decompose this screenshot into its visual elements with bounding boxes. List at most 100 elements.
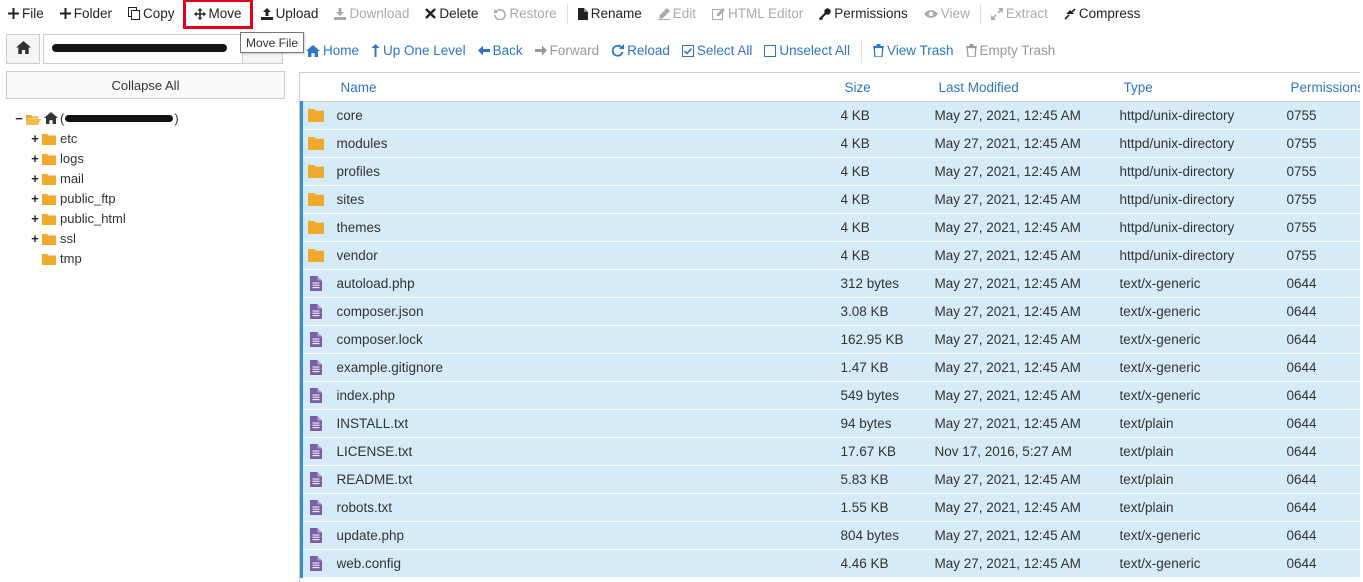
- type-column-header[interactable]: Type: [1120, 73, 1287, 102]
- file-name[interactable]: composer.json: [337, 298, 841, 326]
- file-name[interactable]: INSTALL.txt: [337, 410, 841, 438]
- file-name[interactable]: vendor: [337, 242, 841, 270]
- table-row[interactable]: profiles4 KBMay 27, 2021, 12:45 AMhttpd/…: [302, 158, 1361, 186]
- file-name[interactable]: web.config: [337, 550, 841, 578]
- file-name[interactable]: core: [337, 102, 841, 130]
- file-permissions[interactable]: 0644: [1287, 550, 1361, 578]
- forward-button[interactable]: Forward: [529, 43, 606, 58]
- last-modified-column-header[interactable]: Last Modified: [935, 73, 1120, 102]
- new-file-button[interactable]: File: [0, 0, 52, 27]
- file-permissions[interactable]: 0644: [1287, 298, 1361, 326]
- file-name[interactable]: index.php: [337, 382, 841, 410]
- table-row[interactable]: update.php804 bytesMay 27, 2021, 12:45 A…: [302, 522, 1361, 550]
- file-permissions[interactable]: 0755: [1287, 130, 1361, 158]
- table-row[interactable]: sites4 KBMay 27, 2021, 12:45 AMhttpd/uni…: [302, 186, 1361, 214]
- table-row[interactable]: modules4 KBMay 27, 2021, 12:45 AMhttpd/u…: [302, 130, 1361, 158]
- rename-button[interactable]: Rename: [570, 0, 650, 27]
- file-name[interactable]: modules: [337, 130, 841, 158]
- tree-item-public-html[interactable]: +public_html: [30, 208, 179, 228]
- file-permissions[interactable]: 0755: [1287, 158, 1361, 186]
- file-permissions[interactable]: 0644: [1287, 410, 1361, 438]
- html-editor-button[interactable]: HTML Editor: [704, 0, 811, 27]
- tree-item-logs[interactable]: +logs: [30, 148, 179, 168]
- path-input[interactable]: [43, 34, 243, 64]
- table-row[interactable]: robots.txt1.55 KBMay 27, 2021, 12:45 AMt…: [302, 494, 1361, 522]
- copy-button[interactable]: Copy: [120, 0, 183, 27]
- file-permissions[interactable]: 0644: [1287, 382, 1361, 410]
- view-trash-button[interactable]: View Trash: [867, 43, 960, 58]
- collapse-all-button[interactable]: Collapse All: [6, 71, 285, 99]
- file-name[interactable]: profiles: [337, 158, 841, 186]
- new-folder-button[interactable]: Folder: [52, 0, 120, 27]
- edit-button[interactable]: Edit: [650, 0, 704, 27]
- table-row[interactable]: README.txt5.83 KBMay 27, 2021, 12:45 AMt…: [302, 466, 1361, 494]
- home-directory-button[interactable]: [6, 34, 40, 64]
- expand-toggle-icon[interactable]: +: [30, 131, 40, 146]
- file-name[interactable]: example.gitignore: [337, 354, 841, 382]
- tree-root[interactable]: − (): [14, 108, 179, 128]
- file-permissions[interactable]: 0644: [1287, 438, 1361, 466]
- empty-trash-button[interactable]: Empty Trash: [960, 43, 1062, 58]
- tree-item-public-ftp[interactable]: +public_ftp: [30, 188, 179, 208]
- file-permissions[interactable]: 0755: [1287, 242, 1361, 270]
- table-row[interactable]: composer.json3.08 KBMay 27, 2021, 12:45 …: [302, 298, 1361, 326]
- tree-item-tmp[interactable]: tmp: [30, 248, 179, 268]
- file-name[interactable]: autoload.php: [337, 270, 841, 298]
- collapse-toggle-icon[interactable]: −: [14, 111, 24, 126]
- table-row[interactable]: composer.lock162.95 KBMay 27, 2021, 12:4…: [302, 326, 1361, 354]
- file-name[interactable]: LICENSE.txt: [337, 438, 841, 466]
- up-one-level-button[interactable]: Up One Level: [365, 43, 472, 58]
- tree-item-etc[interactable]: +etc: [30, 128, 179, 148]
- tree-item-mail[interactable]: +mail: [30, 168, 179, 188]
- back-button[interactable]: Back: [472, 43, 529, 58]
- nav-home-button[interactable]: Home: [300, 43, 365, 58]
- file-size: 4 KB: [841, 102, 935, 130]
- file-name[interactable]: update.php: [337, 522, 841, 550]
- upload-button[interactable]: Upload: [253, 0, 327, 27]
- name-column-header[interactable]: Name: [337, 73, 841, 102]
- compress-button[interactable]: Compress: [1056, 0, 1149, 27]
- table-row[interactable]: INSTALL.txt94 bytesMay 27, 2021, 12:45 A…: [302, 410, 1361, 438]
- tree-item-ssl[interactable]: +ssl: [30, 228, 179, 248]
- file-permissions[interactable]: 0644: [1287, 326, 1361, 354]
- view-button[interactable]: View: [916, 0, 978, 27]
- file-name[interactable]: README.txt: [337, 466, 841, 494]
- file-permissions[interactable]: 0755: [1287, 186, 1361, 214]
- permissions-column-header[interactable]: Permissions: [1287, 73, 1361, 102]
- file-permissions[interactable]: 0644: [1287, 494, 1361, 522]
- select-all-button[interactable]: Select All: [676, 43, 759, 58]
- restore-button[interactable]: Restore: [486, 0, 564, 27]
- move-button[interactable]: Move: [183, 0, 253, 29]
- folder-icon: [42, 133, 56, 144]
- file-permissions[interactable]: 0644: [1287, 354, 1361, 382]
- table-row[interactable]: core4 KBMay 27, 2021, 12:45 AMhttpd/unix…: [302, 102, 1361, 130]
- table-row[interactable]: LICENSE.txt17.67 KBNov 17, 2016, 5:27 AM…: [302, 438, 1361, 466]
- table-row[interactable]: autoload.php312 bytesMay 27, 2021, 12:45…: [302, 270, 1361, 298]
- table-row[interactable]: web.config4.46 KBMay 27, 2021, 12:45 AMt…: [302, 550, 1361, 578]
- expand-toggle-icon[interactable]: +: [30, 151, 40, 166]
- file-permissions[interactable]: 0755: [1287, 102, 1361, 130]
- file-permissions[interactable]: 0644: [1287, 466, 1361, 494]
- delete-button[interactable]: Delete: [417, 0, 486, 27]
- expand-toggle-icon[interactable]: +: [30, 231, 40, 246]
- file-name[interactable]: robots.txt: [337, 494, 841, 522]
- permissions-button[interactable]: Permissions: [811, 0, 916, 27]
- file-permissions[interactable]: 0644: [1287, 522, 1361, 550]
- table-row[interactable]: themes4 KBMay 27, 2021, 12:45 AMhttpd/un…: [302, 214, 1361, 242]
- file-name[interactable]: composer.lock: [337, 326, 841, 354]
- file-name[interactable]: sites: [337, 186, 841, 214]
- reload-button[interactable]: Reload: [605, 43, 676, 58]
- table-row[interactable]: example.gitignore1.47 KBMay 27, 2021, 12…: [302, 354, 1361, 382]
- expand-toggle-icon[interactable]: +: [30, 171, 40, 186]
- file-name[interactable]: themes: [337, 214, 841, 242]
- size-column-header[interactable]: Size: [841, 73, 935, 102]
- expand-toggle-icon[interactable]: +: [30, 211, 40, 226]
- table-row[interactable]: vendor4 KBMay 27, 2021, 12:45 AMhttpd/un…: [302, 242, 1361, 270]
- unselect-all-button[interactable]: Unselect All: [758, 43, 856, 58]
- extract-button[interactable]: Extract: [983, 0, 1056, 27]
- table-row[interactable]: index.php549 bytesMay 27, 2021, 12:45 AM…: [302, 382, 1361, 410]
- download-button[interactable]: Download: [326, 0, 417, 27]
- file-permissions[interactable]: 0755: [1287, 214, 1361, 242]
- expand-toggle-icon[interactable]: +: [30, 191, 40, 206]
- file-permissions[interactable]: 0644: [1287, 270, 1361, 298]
